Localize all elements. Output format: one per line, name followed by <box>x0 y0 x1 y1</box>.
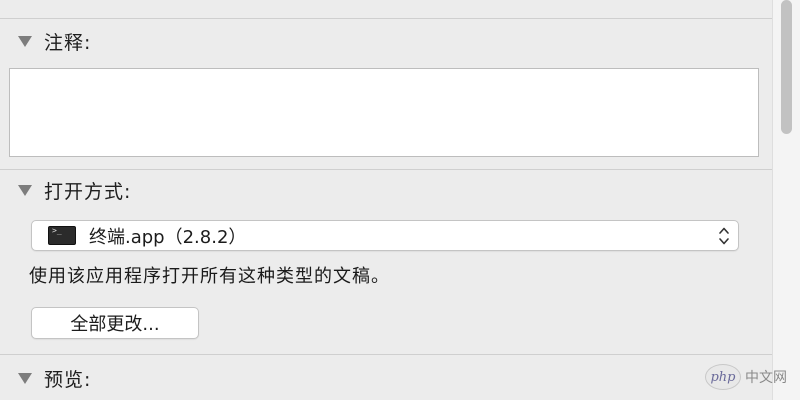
php-logo: php <box>705 364 741 390</box>
top-divider <box>0 18 772 19</box>
up-down-chevron-icon <box>718 226 730 246</box>
open-with-divider <box>0 354 772 355</box>
terminal-app-icon: >_ <box>48 226 76 245</box>
watermark-text: 中文网 <box>745 370 787 386</box>
comments-textarea[interactable] <box>9 68 759 157</box>
chevron-up-icon <box>719 227 729 234</box>
open-with-section-title: 打开方式: <box>44 181 132 203</box>
change-all-button[interactable]: 全部更改... <box>31 307 199 339</box>
preview-section-header[interactable]: 预览: <box>18 365 91 392</box>
preview-section-title: 预览: <box>44 369 92 391</box>
comments-section-header[interactable]: 注释: <box>18 28 91 55</box>
chevron-down-icon <box>719 238 729 245</box>
terminal-prompt: >_ <box>52 226 62 235</box>
disclosure-triangle-icon[interactable] <box>18 36 32 47</box>
open-with-section-header[interactable]: 打开方式: <box>18 177 131 204</box>
watermark: php 中文网 <box>705 364 787 390</box>
comments-divider <box>0 169 772 170</box>
disclosure-triangle-icon[interactable] <box>18 185 32 196</box>
comments-section-title: 注释: <box>44 32 92 54</box>
info-panel: 注释: 打开方式: >_ 终端.app（2.8.2） 使用该应用程序打开所有这种… <box>0 0 772 400</box>
open-with-app-select[interactable]: >_ 终端.app（2.8.2） <box>31 220 739 251</box>
scrollbar-thumb[interactable] <box>781 0 792 134</box>
selected-app-label: 终端.app（2.8.2） <box>89 226 247 248</box>
open-with-description: 使用该应用程序打开所有这种类型的文稿。 <box>29 266 390 287</box>
vertical-scrollbar[interactable] <box>772 0 800 400</box>
disclosure-triangle-icon[interactable] <box>18 373 32 384</box>
